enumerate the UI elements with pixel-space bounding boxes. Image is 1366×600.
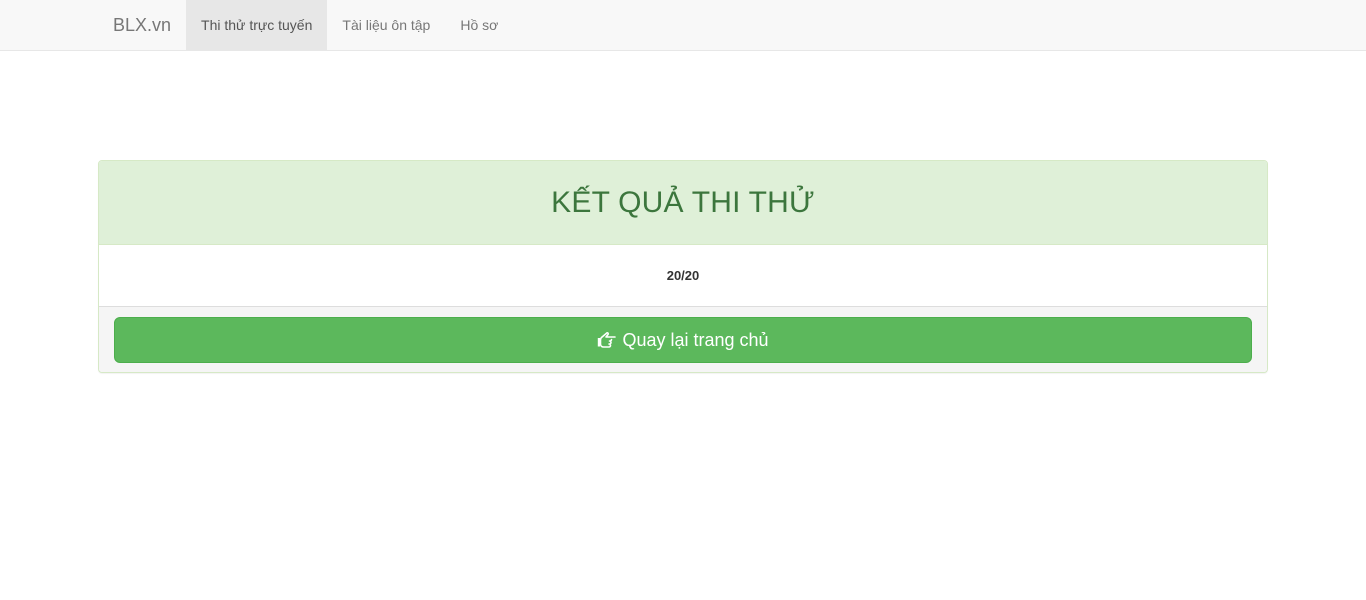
- top-navbar: BLX.vn Thi thử trực tuyến Tài liệu ôn tậ…: [0, 0, 1366, 51]
- result-title: KẾT QUẢ THI THỬ: [551, 185, 815, 219]
- brand-logo-link[interactable]: BLX.vn: [98, 0, 186, 50]
- navbar-inner: BLX.vn Thi thử trực tuyến Tài liệu ôn tậ…: [98, 0, 513, 50]
- result-panel: KẾT QUẢ THI THỬ 20/20 Quay lại trang chủ: [98, 160, 1268, 373]
- nav-item-study-materials[interactable]: Tài liệu ôn tập: [327, 0, 445, 50]
- result-panel-heading: KẾT QUẢ THI THỬ: [99, 161, 1267, 245]
- hand-pointing-left-icon: [597, 331, 617, 349]
- back-to-home-label: Quay lại trang chủ: [622, 329, 769, 350]
- back-to-home-button[interactable]: Quay lại trang chủ: [114, 317, 1252, 363]
- score-value: 20/20: [666, 268, 700, 283]
- nav-item-online-test[interactable]: Thi thử trực tuyến: [186, 0, 328, 50]
- result-panel-footer: Quay lại trang chủ: [99, 306, 1267, 372]
- nav-item-profile[interactable]: Hồ sơ: [445, 0, 513, 50]
- result-panel-body: 20/20: [99, 245, 1267, 306]
